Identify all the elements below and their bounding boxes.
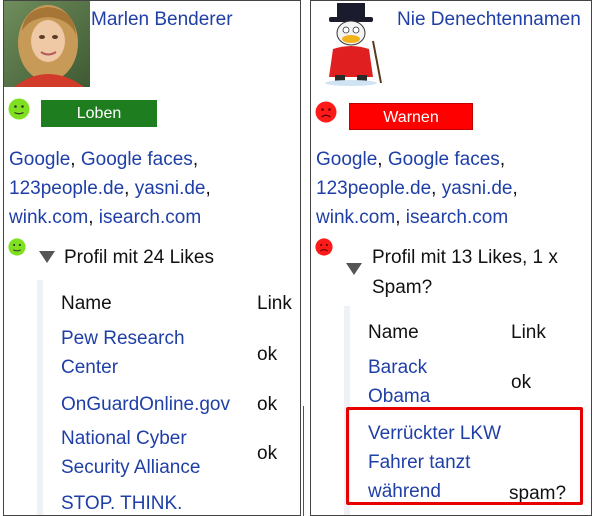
column-header-link: Link — [257, 293, 292, 314]
column-header-link: Link — [511, 322, 546, 343]
avatar[interactable] — [4, 1, 90, 87]
warn-button[interactable]: Warnen — [349, 103, 473, 130]
smiley-sad-icon — [315, 238, 333, 256]
search-link-yasni[interactable]: yasni.de — [442, 178, 513, 199]
profile-card-marlen: Marlen Benderer Loben Google, Google fac… — [3, 0, 301, 516]
search-link-123people[interactable]: 123people.de — [316, 178, 431, 199]
triangle-down-icon[interactable] — [346, 263, 362, 275]
smiley-sad-icon — [315, 101, 337, 123]
table-row-status: ok — [511, 372, 532, 393]
search-link-google[interactable]: Google — [9, 149, 70, 170]
search-link-123people[interactable]: 123people.de — [9, 178, 124, 199]
table-row-status: ok — [257, 394, 278, 415]
search-link-google-faces[interactable]: Google faces — [388, 149, 500, 170]
divider — [303, 406, 304, 516]
smiley-happy-icon — [8, 98, 30, 120]
search-links: Google, Google faces, 123people.de, yasn… — [316, 149, 518, 228]
likes-title: Profil mit 24 Likes — [64, 247, 214, 268]
search-link-wink[interactable]: wink.com — [9, 207, 88, 228]
table-row-status: ok — [257, 344, 278, 365]
profile-name[interactable]: Marlen Benderer — [91, 4, 296, 35]
table-row-name[interactable]: Pew Research Center — [61, 324, 241, 382]
search-link-isearch[interactable]: isearch.com — [406, 207, 508, 228]
table-row-name[interactable]: OnGuardOnline.gov — [61, 390, 261, 419]
table-row-status: ok — [257, 443, 278, 464]
column-header-name: Name — [368, 322, 419, 343]
smiley-happy-icon — [8, 238, 26, 256]
table-row-name[interactable]: National Cyber Security Alliance — [61, 424, 241, 482]
triangle-down-icon[interactable] — [39, 251, 55, 263]
search-links: Google, Google faces, 123people.de, yasn… — [9, 149, 211, 228]
column-header-name: Name — [61, 293, 112, 314]
likes-title: Profil mit 13 Likes, 1 x Spam? — [372, 247, 558, 298]
search-link-wink[interactable]: wink.com — [316, 207, 395, 228]
profile-name[interactable]: Nie Denechtennamen — [397, 4, 587, 35]
search-link-isearch[interactable]: isearch.com — [99, 207, 201, 228]
avatar[interactable] — [311, 1, 391, 87]
search-link-google-faces[interactable]: Google faces — [81, 149, 193, 170]
praise-button[interactable]: Loben — [41, 100, 157, 127]
search-link-google[interactable]: Google — [316, 149, 377, 170]
table-indent-bar — [37, 280, 43, 515]
search-link-yasni[interactable]: yasni.de — [135, 178, 206, 199]
table-row-name[interactable]: STOP. THINK. — [61, 489, 261, 515]
table-row-name[interactable]: Barack Obama — [368, 353, 488, 411]
spam-highlight-box — [346, 407, 583, 505]
